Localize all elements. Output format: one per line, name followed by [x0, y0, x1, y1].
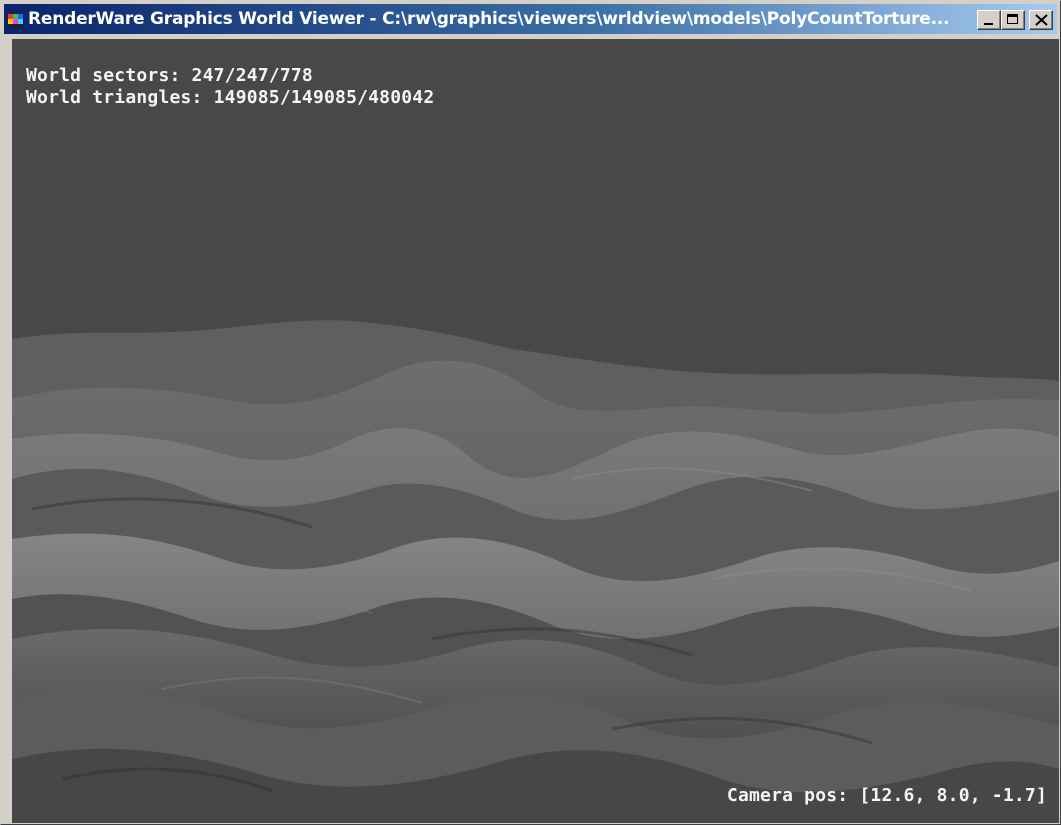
render-viewport[interactable]: World sectors: 247/247/778 World triangl… [12, 39, 1059, 823]
terrain-render [12, 320, 1059, 823]
world-sectors-readout: World sectors: 247/247/778 [26, 65, 313, 86]
maximize-button[interactable] [1001, 10, 1025, 30]
title-bar[interactable]: RenderWare Graphics World Viewer - C:\rw… [4, 4, 1057, 34]
world-triangles-readout: World triangles: 149085/149085/480042 [26, 87, 435, 108]
app-window: RenderWare Graphics World Viewer - C:\rw… [0, 0, 1061, 825]
close-button[interactable] [1029, 10, 1053, 30]
maximize-icon [1007, 14, 1018, 24]
minimize-icon [984, 23, 993, 25]
minimize-button[interactable] [977, 10, 1001, 30]
renderware-app-icon[interactable] [8, 12, 24, 28]
window-title: RenderWare Graphics World Viewer - C:\rw… [28, 9, 950, 29]
close-icon [1035, 14, 1048, 26]
camera-position-readout: Camera pos: [12.6, 8.0, -1.7] [726, 785, 1047, 806]
